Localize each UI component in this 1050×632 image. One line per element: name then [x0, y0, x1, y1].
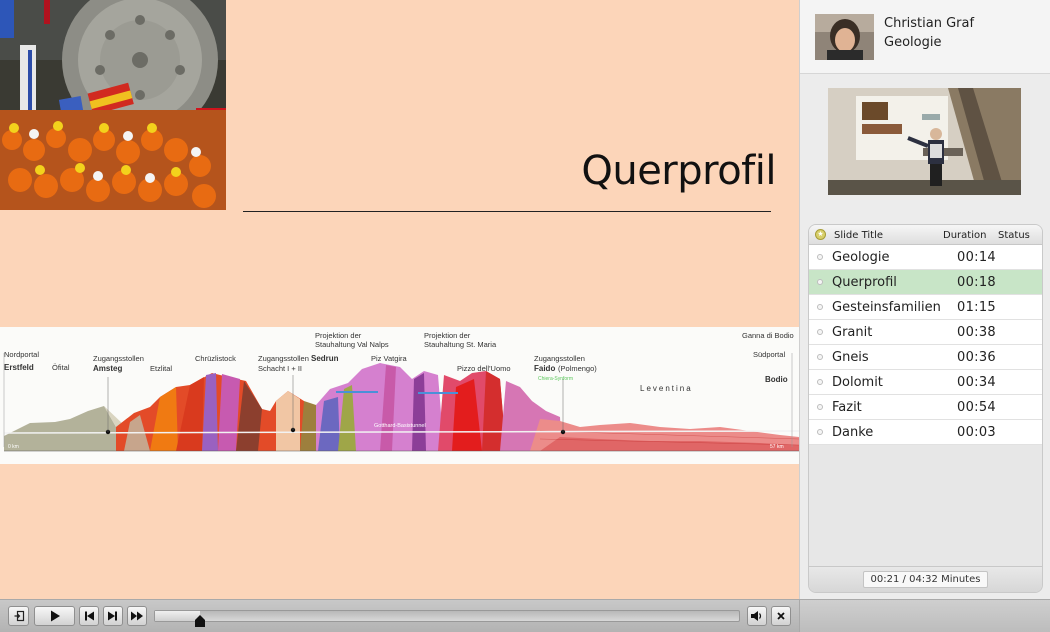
slide-row-querprofil[interactable]: Querprofil 00:18 [809, 270, 1042, 295]
status-dot-icon [817, 354, 823, 360]
label-gotthard-basistunnel: Gotthard-Basistunnel [374, 423, 426, 429]
slide-list: Geologie 00:14 Querprofil 00:18 Gesteinsfa… [809, 245, 1042, 445]
label-erstfeld: Erstfeld [4, 363, 34, 372]
previous-slide-icon [85, 611, 94, 621]
slide-list-footer: 00:21 / 04:32 Minutes [809, 566, 1042, 592]
status-dot-icon [817, 329, 823, 335]
volume-icon [751, 611, 762, 621]
volume-button[interactable] [747, 606, 767, 626]
slide-row-title: Gneis [832, 350, 869, 365]
slide-row-title: Dolomit [832, 375, 883, 390]
status-dot-icon [817, 379, 823, 385]
play-icon [50, 610, 60, 622]
title-divider [243, 211, 771, 212]
sidebar: Christian Graf Geologie ★ Slide Title Du… [799, 0, 1050, 599]
slide-row-duration: 00:38 [957, 325, 996, 340]
label-ganna-di-bodio: Ganna di Bodio [742, 331, 794, 340]
slide-row-title: Geologie [832, 250, 890, 265]
exit-icon [14, 610, 24, 622]
label-chruzlistock: Chrüzlistock [195, 354, 236, 363]
status-dot-icon [817, 254, 823, 260]
label-faido: Faido [534, 364, 555, 373]
previous-slide-button[interactable] [79, 606, 99, 626]
label-piz-vatgira: Piz Vatgira [371, 354, 408, 363]
status-dot-icon [817, 429, 823, 435]
label-projektion-2b: Stauhaltung St. Maria [424, 340, 497, 349]
header-duration: Duration [943, 230, 987, 241]
slide-row-fazit[interactable]: Fazit 00:54 [809, 395, 1042, 420]
header-slide-title: Slide Title [834, 230, 884, 241]
tunnel-breakthrough-photo [0, 0, 226, 210]
slide-row-duration: 00:34 [957, 375, 996, 390]
slide-title: Querprofil [581, 148, 776, 194]
label-sedrun: Sedrun [311, 354, 339, 363]
slide-row-danke[interactable]: Danke 00:03 [809, 420, 1042, 445]
label-polmengo: (Polmengo) [558, 364, 597, 373]
slide-row-duration: 01:15 [957, 300, 996, 315]
slide-list-panel: ★ Slide Title Duration Status Geologie 00… [808, 224, 1043, 593]
label-km-start: 0 km [8, 444, 19, 450]
slide-row-title: Querprofil [832, 275, 897, 290]
status-dot-icon [817, 304, 823, 310]
slide-row-duration: 00:14 [957, 250, 996, 265]
slide-row-title: Danke [832, 425, 874, 440]
slide-row-title: Fazit [832, 400, 862, 415]
geological-cross-section: Nordportal Erstfeld Öfital Zugangsstolle… [0, 327, 799, 464]
status-dot-icon [817, 404, 823, 410]
slide-row-duration: 00:54 [957, 400, 996, 415]
close-icon [777, 612, 785, 620]
fast-forward-icon [131, 611, 143, 621]
presenter-topic: Geologie [884, 35, 942, 50]
presenter-avatar [815, 14, 874, 60]
player-controls [0, 599, 1050, 632]
presenter-name: Christian Graf [884, 16, 975, 31]
exit-button[interactable] [8, 606, 29, 626]
header-status: Status [998, 230, 1030, 241]
slide-row-gneis[interactable]: Gneis 00:36 [809, 345, 1042, 370]
next-slide-icon [108, 611, 117, 621]
presenter-card: Christian Graf Geologie [800, 0, 1050, 74]
status-dot-icon [817, 279, 823, 285]
fast-forward-button[interactable] [127, 606, 147, 626]
label-amsteg: Amsteg [93, 364, 122, 373]
close-button[interactable] [771, 606, 791, 626]
slide-canvas: Querprofil Nordportal Erstfeld Öfital Zu… [0, 0, 799, 599]
slide-row-title: Gesteinsfamilien [832, 300, 941, 315]
presentation-player: Querprofil Nordportal Erstfeld Öfital Zu… [0, 0, 1050, 632]
label-zugangsstollen-2: Zugangsstollen [258, 354, 309, 363]
label-nordportal: Nordportal [4, 350, 39, 359]
lecture-video-preview[interactable] [828, 88, 1021, 195]
star-icon: ★ [815, 229, 826, 240]
label-zugangsstollen-3: Zugangsstollen [534, 354, 585, 363]
play-button[interactable] [34, 606, 75, 626]
slide-row-geologie[interactable]: Geologie 00:14 [809, 245, 1042, 270]
label-sudportal: Südportal [753, 350, 785, 359]
label-projektion-1a: Projektion der [315, 331, 362, 340]
label-projektion-1b: Stauhaltung Val Nalps [315, 340, 389, 349]
next-slide-button[interactable] [103, 606, 123, 626]
label-ofital: Öfital [52, 363, 70, 372]
label-leventina: Leventina [640, 384, 693, 393]
seek-bar[interactable] [154, 610, 740, 622]
slide-row-duration: 00:36 [957, 350, 996, 365]
seek-bar-played [155, 611, 200, 621]
slide-row-duration: 00:18 [957, 275, 996, 290]
label-etzlital: Etzlital [150, 364, 172, 373]
label-chiera-synform: Chiera-Synform [538, 376, 573, 382]
label-zugangsstollen-1: Zugangsstollen [93, 354, 144, 363]
slide-row-granit[interactable]: Granit 00:38 [809, 320, 1042, 345]
slide-row-title: Granit [832, 325, 873, 340]
label-bodio: Bodio [765, 375, 788, 384]
player-controls-right-panel [799, 600, 1050, 632]
label-projektion-2a: Projektion der [424, 331, 471, 340]
slide-row-duration: 00:03 [957, 425, 996, 440]
slide-row-gesteinsfamilien[interactable]: Gesteinsfamilien 01:15 [809, 295, 1042, 320]
label-schacht: Schacht I + II [258, 364, 302, 373]
slide-row-dolomit[interactable]: Dolomit 00:34 [809, 370, 1042, 395]
label-pizzo-dell-uomo: Pizzo dell'Uomo [457, 364, 511, 373]
slide-list-header: ★ Slide Title Duration Status [809, 225, 1042, 245]
label-km-end: 57 km [770, 444, 784, 450]
time-readout: 00:21 / 04:32 Minutes [863, 571, 988, 588]
